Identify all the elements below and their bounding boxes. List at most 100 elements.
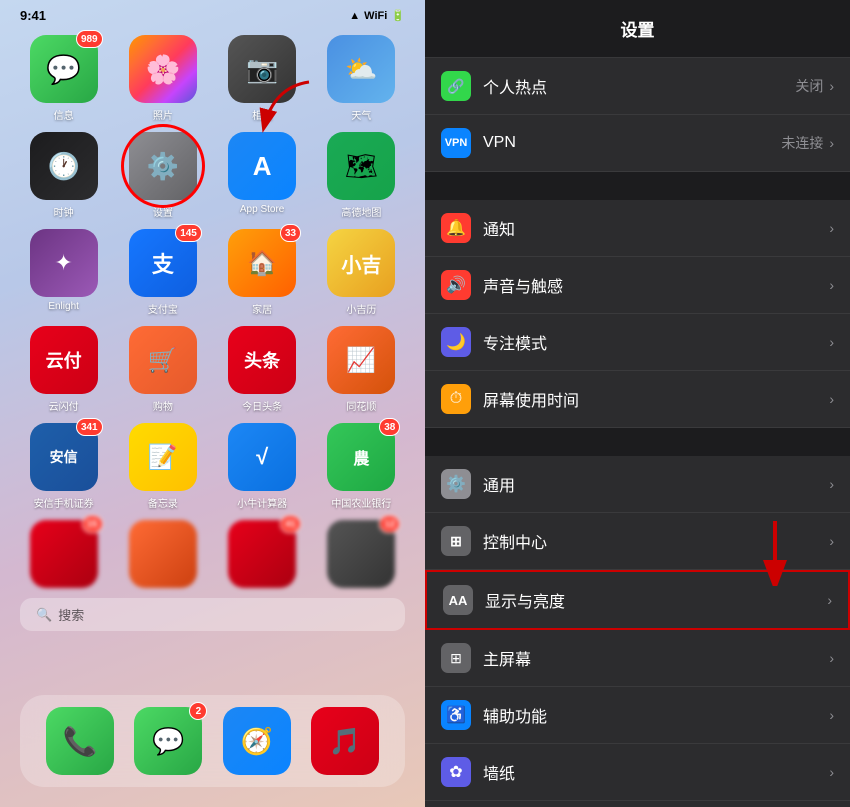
dock: 📞 💬 2 🧭 🎵 (20, 695, 405, 787)
settings-item-sound[interactable]: 🔊 声音与触感 › (425, 257, 850, 314)
app-tonghea[interactable]: 📈 同花顺 (318, 326, 405, 413)
app-icon-calendar: 小吉 (327, 229, 395, 297)
homescreen-label: 主屏幕 (483, 646, 829, 670)
badge-messages: 989 (76, 30, 103, 48)
app-label-settings: 设置 (153, 204, 173, 219)
app-weather[interactable]: ⛅ 天气 (318, 35, 405, 122)
sound-chevron: › (829, 277, 834, 293)
app-clock[interactable]: 🕐 时钟 (20, 132, 107, 219)
app-icon-calc: √ (228, 423, 296, 491)
app-shop[interactable]: 🛒 购物 (119, 326, 206, 413)
app-grid-row1: 💬 989 信息 🌸 照片 📷 相机 ⛅ 天气 (0, 27, 425, 130)
wallpaper-chevron: › (829, 764, 834, 780)
settings-item-siri[interactable]: 🎙 Siri 与搜索 › (425, 801, 850, 807)
app-blur3[interactable]: 41 (219, 520, 306, 588)
general-chevron: › (829, 476, 834, 492)
display-chevron: › (827, 592, 832, 608)
app-label-yunshan: 云闪付 (49, 398, 79, 413)
settings-item-notify[interactable]: 🔔 通知 › (425, 200, 850, 257)
badge-wechat: 2 (189, 702, 207, 720)
app-grid-row3: ✦ Enlight 支 145 支付宝 🏠 33 家居 小吉 小吉历 (0, 221, 425, 324)
app-camera[interactable]: 📷 相机 (219, 35, 306, 122)
search-bar[interactable]: 🔍 搜索 (20, 598, 405, 631)
app-blur4[interactable]: 12 (318, 520, 405, 588)
settings-section-3: ⚙️ 通用 › ⊞ 控制中心 › AA 显示与亮度 › ⊞ 主屏幕 › ♿ 辅助… (425, 456, 850, 807)
app-label-anxin: 安信手机证券 (34, 495, 94, 510)
badge-blur3: 41 (280, 515, 301, 533)
vpn-value: 未连接 (781, 133, 823, 153)
settings-item-focus[interactable]: 🌙 专注模式 › (425, 314, 850, 371)
status-icons: ▲ WiFi 🔋 (349, 9, 405, 22)
app-label-home: 家居 (252, 301, 272, 316)
app-icon-home: 🏠 33 (228, 229, 296, 297)
app-icon-blur4: 12 (327, 520, 395, 588)
app-calendar[interactable]: 小吉 小吉历 (318, 229, 405, 316)
app-icon-yunshan: 云付 (30, 326, 98, 394)
wallpaper-icon: ✿ (441, 757, 471, 787)
app-yunshan[interactable]: 云付 云闪付 (20, 326, 107, 413)
wallpaper-label: 墙纸 (483, 760, 829, 784)
settings-item-vpn[interactable]: VPN VPN 未连接 › (425, 115, 850, 172)
badge-home: 33 (280, 224, 301, 242)
app-toutiao[interactable]: 头条 今日头条 (219, 326, 306, 413)
dock-wechat[interactable]: 💬 2 (128, 707, 208, 775)
settings-item-controlcenter[interactable]: ⊞ 控制中心 › (425, 513, 850, 570)
settings-item-hotspot[interactable]: 🔗 个人热点 关闭 › (425, 58, 850, 115)
vpn-label: VPN (483, 134, 781, 152)
app-label-gaode: 高德地图 (341, 204, 381, 219)
app-icon-clock: 🕐 (30, 132, 98, 200)
app-blur2[interactable] (119, 520, 206, 588)
app-alipay[interactable]: 支 145 支付宝 (119, 229, 206, 316)
app-gaode[interactable]: 🗺 高德地图 (318, 132, 405, 219)
app-label-photos: 照片 (153, 107, 173, 122)
homescreen-icon: ⊞ (441, 643, 471, 673)
app-label-calendar: 小吉历 (346, 301, 376, 316)
badge-anxin: 341 (76, 418, 103, 436)
app-grid-row6: 15 41 12 (0, 512, 425, 596)
search-icon: 🔍 (36, 607, 52, 623)
app-label-shop: 购物 (153, 398, 173, 413)
settings-title: 设置 (621, 21, 655, 40)
signal-icon: ▲ (349, 10, 360, 22)
app-icon-blur1: 15 (30, 520, 98, 588)
app-grid-row5: 安信 341 安信手机证券 📝 备忘录 √ 小牛计算器 農 38 中国农业银行 (0, 415, 425, 518)
app-icon-weather: ⛅ (327, 35, 395, 103)
app-blur1[interactable]: 15 (20, 520, 107, 588)
app-icon-music: 🎵 (311, 707, 379, 775)
homescreen-chevron: › (829, 650, 834, 666)
app-messages[interactable]: 💬 989 信息 (20, 35, 107, 122)
screentime-chevron: › (829, 391, 834, 407)
dock-music[interactable]: 🎵 (305, 707, 385, 775)
settings-item-wallpaper[interactable]: ✿ 墙纸 › (425, 744, 850, 801)
app-enlight[interactable]: ✦ Enlight (20, 229, 107, 316)
focus-label: 专注模式 (483, 330, 829, 354)
vpn-icon: VPN (441, 128, 471, 158)
app-icon-abc: 農 38 (327, 423, 395, 491)
app-home[interactable]: 🏠 33 家居 (219, 229, 306, 316)
settings-item-accessibility[interactable]: ♿ 辅助功能 › (425, 687, 850, 744)
app-label-tonghea: 同花顺 (346, 398, 376, 413)
app-appstore[interactable]: A App Store (219, 132, 306, 219)
dock-safari[interactable]: 🧭 (217, 707, 297, 775)
settings-item-homescreen[interactable]: ⊞ 主屏幕 › (425, 630, 850, 687)
app-label-clock: 时钟 (54, 204, 74, 219)
app-label-camera: 相机 (252, 107, 272, 122)
app-notes[interactable]: 📝 备忘录 (119, 423, 206, 510)
app-anxin[interactable]: 安信 341 安信手机证券 (20, 423, 107, 510)
app-icon-tonghea: 📈 (327, 326, 395, 394)
settings-item-screentime[interactable]: ⏱ 屏幕使用时间 › (425, 371, 850, 428)
status-bar: 9:41 ▲ WiFi 🔋 (0, 0, 425, 27)
app-abc[interactable]: 農 38 中国农业银行 (318, 423, 405, 510)
hotspot-label: 个人热点 (483, 74, 795, 98)
app-settings[interactable]: ⚙️ 设置 (119, 132, 206, 219)
dock-phone[interactable]: 📞 (40, 707, 120, 775)
badge-blur1: 15 (82, 515, 103, 533)
app-photos[interactable]: 🌸 照片 (119, 35, 206, 122)
app-icon-phone: 📞 (46, 707, 114, 775)
settings-item-display[interactable]: AA 显示与亮度 › (425, 570, 850, 630)
app-icon-camera: 📷 (228, 35, 296, 103)
section-gap-1 (425, 172, 850, 200)
app-label-appstore: App Store (240, 204, 284, 215)
settings-item-general[interactable]: ⚙️ 通用 › (425, 456, 850, 513)
app-calc[interactable]: √ 小牛计算器 (219, 423, 306, 510)
